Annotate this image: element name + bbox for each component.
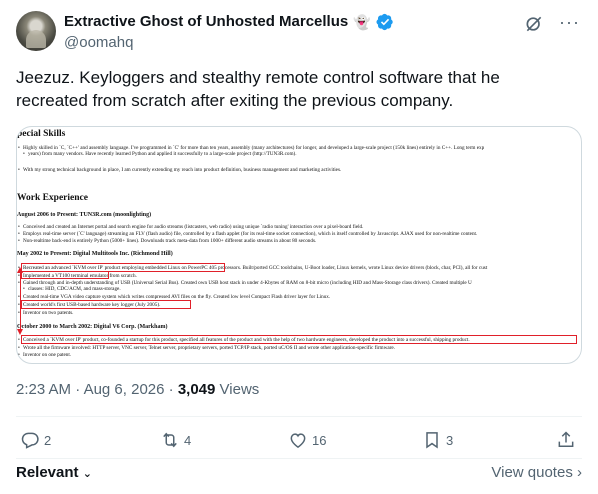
chevron-down-icon: ⌄ <box>82 468 92 480</box>
highlight-box <box>21 300 191 309</box>
author-name-row[interactable]: Extractive Ghost of Unhosted Marcellus 👻 <box>64 12 394 32</box>
resume-job-item: Conceived and created an Internet portal… <box>18 224 363 230</box>
heart-icon <box>290 433 306 448</box>
red-arrow-down-icon <box>17 329 23 335</box>
resume-job-item: Wrote all the firmware involved: HTTP se… <box>18 345 395 351</box>
tweet-date[interactable]: Aug 6, 2026 <box>84 381 165 398</box>
resume-work-heading: Work Experience <box>17 193 88 203</box>
highlight-box <box>21 335 577 344</box>
resume-job-item: Inventor on two patents. <box>18 310 73 316</box>
divider <box>16 416 582 417</box>
repost-count: 4 <box>184 432 192 448</box>
author-handle[interactable]: @oomahq <box>64 33 133 53</box>
red-arrow-line <box>20 271 21 333</box>
resume-special-skills-heading: pecial Skills <box>17 129 66 139</box>
resume-job-item-cont: classes: HID, CDC/ACM, and mass-storage. <box>23 286 121 292</box>
tweet-meta: 2:23 AM · Aug 6, 2026 · 3,049 Views <box>16 380 259 400</box>
meta-separator: · <box>75 381 81 398</box>
reply-button[interactable]: 2 <box>20 430 51 450</box>
views-label: Views <box>219 381 260 398</box>
more-options-icon[interactable]: ··· <box>559 12 580 32</box>
like-button[interactable]: 16 <box>288 430 326 450</box>
resume-job-item: Non-realtime back-end is entirely Python… <box>18 238 316 244</box>
resume-job-item: Employs real-time server (`C' language) … <box>18 231 477 237</box>
replies-footer: Relevant ⌄ View quotes › <box>16 464 582 484</box>
view-quotes-link[interactable]: View quotes › <box>491 464 582 481</box>
tweet-text: Jeezuz. Keyloggers and stealthy remote c… <box>16 68 500 110</box>
sort-replies-dropdown[interactable]: Relevant ⌄ <box>16 464 92 481</box>
share-button[interactable] <box>556 430 576 450</box>
tweet-time[interactable]: 2:23 AM <box>16 381 71 398</box>
author-display-name[interactable]: Extractive Ghost of Unhosted Marcellus <box>64 12 348 32</box>
resume-job-title: October 2000 to March 2002: Digital V6 C… <box>17 324 168 330</box>
resume-skill-item-cont: years) from many vendors. Have recently … <box>23 151 297 157</box>
share-icon <box>558 431 574 447</box>
bookmark-button[interactable]: 3 <box>422 430 453 450</box>
view-quotes-label: View quotes <box>491 464 573 481</box>
resume-skill-item: With my strong technical background in p… <box>18 167 341 173</box>
resume-image-content: pecial Skills Highly skilled in `C, `C++… <box>17 127 581 363</box>
tweet-actions-bar: 2 4 16 3 <box>16 424 582 458</box>
bookmark-icon <box>426 432 438 449</box>
divider <box>16 458 582 459</box>
ghost-emoji-icon: 👻 <box>353 14 371 30</box>
repost-button[interactable]: 4 <box>160 430 191 450</box>
sort-replies-label: Relevant <box>16 464 79 481</box>
resume-job-title: May 2002 to Present: Digital Multitools … <box>17 251 173 257</box>
grok-icon[interactable] <box>524 14 544 34</box>
tweet-image[interactable]: pecial Skills Highly skilled in `C, `C++… <box>16 126 582 364</box>
tweet-header: Extractive Ghost of Unhosted Marcellus 👻… <box>16 8 582 58</box>
reply-count: 2 <box>44 432 52 448</box>
verified-badge-icon[interactable] <box>376 13 394 31</box>
reply-icon <box>21 432 39 449</box>
views-count: 3,049 <box>177 381 216 398</box>
chevron-right-icon: › <box>577 464 582 481</box>
meta-separator: · <box>168 381 174 398</box>
resume-job-item: Inventor on one patent. <box>18 352 71 358</box>
avatar[interactable] <box>16 11 56 51</box>
bookmark-count: 3 <box>446 432 454 448</box>
like-count: 16 <box>312 432 327 448</box>
highlight-box <box>21 271 109 279</box>
repost-icon <box>163 432 177 448</box>
resume-job-title: August 2006 to Present: TUN3R.com (moonl… <box>17 212 152 218</box>
